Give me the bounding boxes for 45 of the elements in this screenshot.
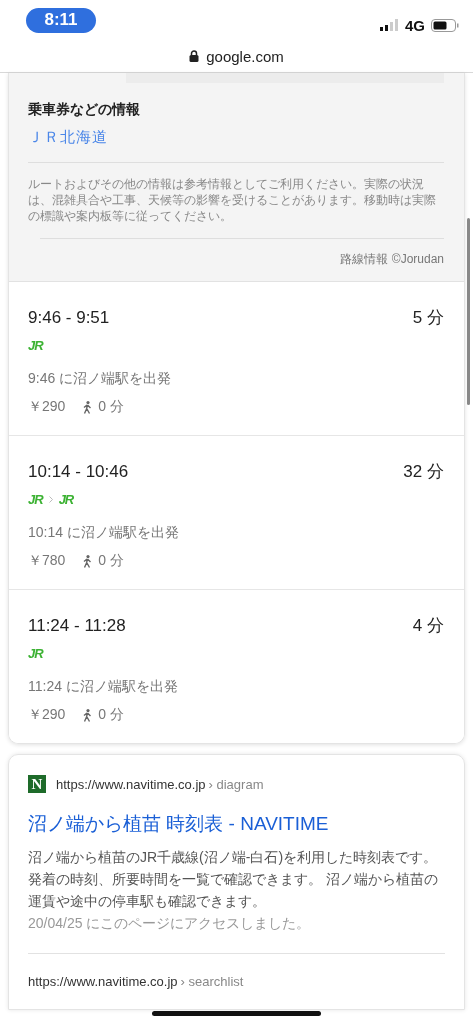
fare-text: ￥290 — [28, 398, 66, 416]
railway-logo: JR — [28, 645, 43, 661]
route-item[interactable]: 11:24 - 11:28 4 分 JR 11:24 に沼ノ端駅を出発 ￥290 0 分 — [9, 589, 464, 743]
result-snippet: 沼ノ端から植苗のJR千歳線(沼ノ端-白石)を利用した時刻表です。発着の時刻、所要時間を一覧で確認できます。 沼ノ端から植苗の運賃や途中の停車駅も確認できます。 — [28, 848, 439, 911]
network-type: 4G — [405, 16, 425, 34]
url-path: › searchlist — [180, 974, 244, 989]
departure-text: 9:46 に沼ノ端駅を出発 — [28, 370, 173, 388]
chevron-icon — [48, 495, 53, 503]
status-time: 8:11 — [26, 7, 96, 33]
route-item[interactable]: 10:14 - 10:46 32 分 JR JR 10:14 に沼ノ端駅を出発 ￥780 0 分 — [9, 435, 464, 589]
walk-time: 0 分 — [98, 398, 125, 416]
route-time: 11:24 - 11:28 — [28, 615, 126, 636]
scrollbar[interactable] — [467, 218, 470, 405]
departure-text: 11:24 に沼ノ端駅を出発 — [28, 678, 179, 696]
route-time: 10:14 - 10:46 — [28, 461, 129, 482]
signal-icon — [380, 19, 399, 31]
result-url: https://www.navitime.co.jp — [28, 974, 178, 989]
result-title-link[interactable]: 沼ノ端から植苗 時刻表 - NAVITIME — [28, 811, 445, 837]
home-indicator[interactable] — [152, 1011, 321, 1016]
site-favicon: N — [28, 775, 46, 793]
route-duration: 5 分 — [412, 307, 444, 329]
fare-text: ￥780 — [28, 552, 66, 570]
result-url: https://www.navitime.co.jp — [56, 776, 206, 792]
credit-text: 路線情報 ©Jorudan — [340, 252, 444, 266]
departure-text: 10:14 に沼ノ端駅を出発 — [28, 524, 180, 542]
section-heading: 乗車券などの情報 — [28, 101, 141, 119]
walking-icon — [83, 400, 93, 414]
walk-time: 0 分 — [98, 552, 125, 570]
route-duration: 4 分 — [412, 615, 444, 637]
railway-logo: JR — [28, 491, 43, 507]
railway-logo: JR — [58, 491, 74, 507]
battery-icon — [431, 18, 459, 32]
disclaimer-text: ルートおよびその他の情報は参考情報としてご利用ください。実際の状況は、混雑具合や工事、天候等の影響を受けることがあります。移動時は実際の標識や案内板等に従ってください。 — [28, 176, 437, 224]
visited-note: 20/04/25 にこのページにアクセスしました。 — [28, 915, 312, 933]
address-url[interactable]: google.com — [206, 47, 284, 65]
fare-text: ￥290 — [28, 706, 66, 724]
walk-time: 0 分 — [98, 706, 125, 724]
route-duration: 32 分 — [403, 461, 444, 483]
route-item[interactable]: 9:46 - 9:51 5 分 JR 9:46 に沼ノ端駅を出発 ￥290 0 分 — [9, 282, 464, 435]
url-path: › diagram — [208, 776, 264, 792]
walking-icon — [83, 554, 93, 568]
lock-icon — [189, 50, 200, 62]
walking-icon — [83, 708, 93, 722]
railway-logo: JR — [28, 337, 43, 353]
route-time: 9:46 - 9:51 — [28, 307, 110, 328]
